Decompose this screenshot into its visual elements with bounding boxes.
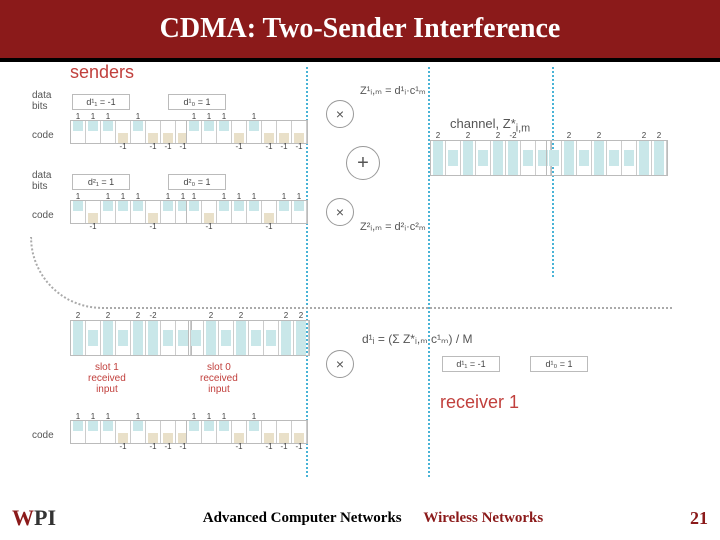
code2-slot0: 1-1111-111 <box>186 200 308 224</box>
z2-formula: Z²ᵢ,ₘ = d²ᵢ·c²ₘ <box>360 220 426 233</box>
footer-topic: Wireless Networks <box>423 510 543 526</box>
plus-icon: + <box>357 152 369 175</box>
signal-path <box>30 237 672 309</box>
z1-formula: Z¹ᵢ,ₘ = d¹ᵢ·c¹ₘ <box>360 84 426 97</box>
page-number: 21 <box>690 508 708 529</box>
footer: WPI Advanced Computer Networks Wireless … <box>0 496 720 540</box>
slot0-rx-label: slot 0 received input <box>200 362 238 395</box>
senders-label: senders <box>70 62 134 83</box>
d1-slot1-box: d¹₁ = -1 <box>72 94 130 110</box>
d2-slot0-box: d²₀ = 1 <box>168 174 226 190</box>
footer-text: Advanced Computer Networks Wireless Netw… <box>56 510 690 527</box>
plus-node: + <box>346 146 380 180</box>
title-bar: CDMA: Two-Sender Interference <box>0 0 720 58</box>
rx-code-slot0: 111-11-1-1-1 <box>186 420 308 444</box>
code-label-2: code <box>32 210 54 221</box>
times-icon: × <box>336 356 344 372</box>
channel-slot1: 222-2 <box>430 140 552 176</box>
d2-slot1-box: d²₁ = 1 <box>72 174 130 190</box>
multiply-node-1: × <box>326 100 354 128</box>
footer-course: Advanced Computer Networks <box>203 510 402 526</box>
code-label-1: code <box>32 130 54 141</box>
decode-formula: d¹ᵢ = (Σ Z*ᵢ,ₘ c¹ₘ) / M <box>362 332 472 346</box>
wpi-logo: WPI <box>12 505 56 531</box>
rx-slot1-bars: 222-2 <box>70 320 192 356</box>
channel-slot0: 2222 <box>546 140 668 176</box>
multiply-node-rx: × <box>326 350 354 378</box>
receiver-label: receiver 1 <box>440 392 519 413</box>
code1-slot0: 111-11-1-1-1 <box>186 120 308 144</box>
d1-slot0-box: d¹₀ = 1 <box>168 94 226 110</box>
slide-body: senders data bits d¹₁ = -1 d¹₀ = 1 code … <box>0 62 720 492</box>
slide: CDMA: Two-Sender Interference senders da… <box>0 0 720 540</box>
times-icon: × <box>336 204 344 220</box>
times-icon: × <box>336 106 344 122</box>
code-label-rx: code <box>32 430 54 441</box>
rx-d1-slot1: d¹₁ = -1 <box>442 356 500 372</box>
rx-slot0-bars: 2222 <box>188 320 310 356</box>
rx-d1-slot0: d¹₀ = 1 <box>530 356 588 372</box>
rx-code-slot1: 111-11-1-1-1 <box>70 420 192 444</box>
diagram: senders data bits d¹₁ = -1 d¹₀ = 1 code … <box>10 62 710 482</box>
slot1-rx-label: slot 1 received input <box>88 362 126 395</box>
databits-label: data bits <box>32 90 51 112</box>
databits-label-2: data bits <box>32 170 51 192</box>
code2-slot1: 1-1111-111 <box>70 200 192 224</box>
code1-slot1: 111-11-1-1-1 <box>70 120 192 144</box>
multiply-node-2: × <box>326 198 354 226</box>
slide-title: CDMA: Two-Sender Interference <box>160 13 561 45</box>
